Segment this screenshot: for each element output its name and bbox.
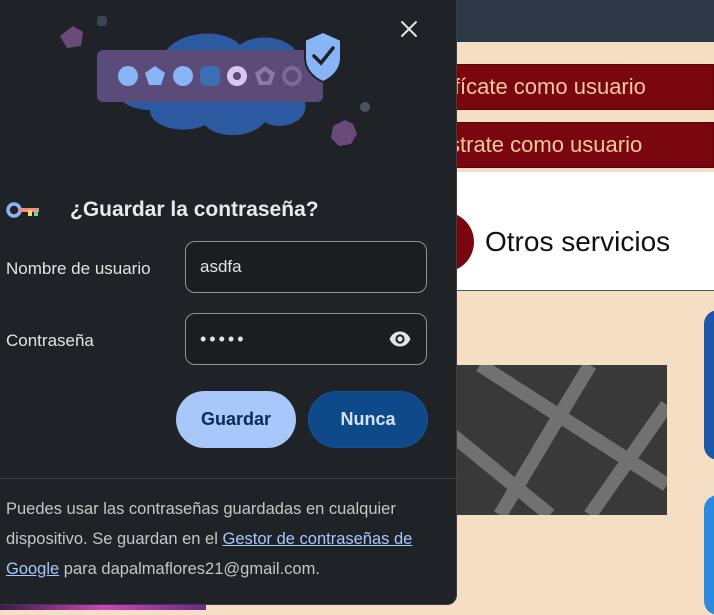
password-field[interactable]: ••••• xyxy=(185,313,427,365)
login-button[interactable]: ifícate como usuario xyxy=(440,64,714,110)
dialog-header: ¿Guardar la contraseña? xyxy=(6,198,319,222)
username-value: asdfa xyxy=(200,257,242,276)
username-label: Nombre de usuario xyxy=(6,259,151,278)
never-button[interactable]: Nunca xyxy=(308,391,428,448)
save-password-dialog: ¿Guardar la contraseña? Nombre de usuari… xyxy=(0,0,457,605)
show-password-icon[interactable] xyxy=(388,327,412,351)
password-label: Contraseña xyxy=(6,331,94,350)
save-button[interactable]: Guardar xyxy=(176,391,296,448)
blue-card-2 xyxy=(704,495,714,615)
footer-divider xyxy=(0,478,457,479)
username-field[interactable]: asdfa xyxy=(185,241,427,293)
blue-card xyxy=(704,310,714,460)
footer-account-text: para dapalmaflores21@gmail.com. xyxy=(59,560,320,578)
password-illustration xyxy=(55,10,385,160)
services-label: Otros servicios xyxy=(485,226,671,257)
password-key-icon xyxy=(6,202,39,218)
close-icon[interactable] xyxy=(396,16,422,42)
dialog-title: ¿Guardar la contraseña? xyxy=(70,198,319,221)
blurred-photo xyxy=(440,365,667,515)
dialog-footer: Puedes usar las contraseñas guardadas en… xyxy=(6,494,436,584)
register-button[interactable]: strate como usuario xyxy=(440,122,714,168)
password-value: ••••• xyxy=(200,328,247,349)
